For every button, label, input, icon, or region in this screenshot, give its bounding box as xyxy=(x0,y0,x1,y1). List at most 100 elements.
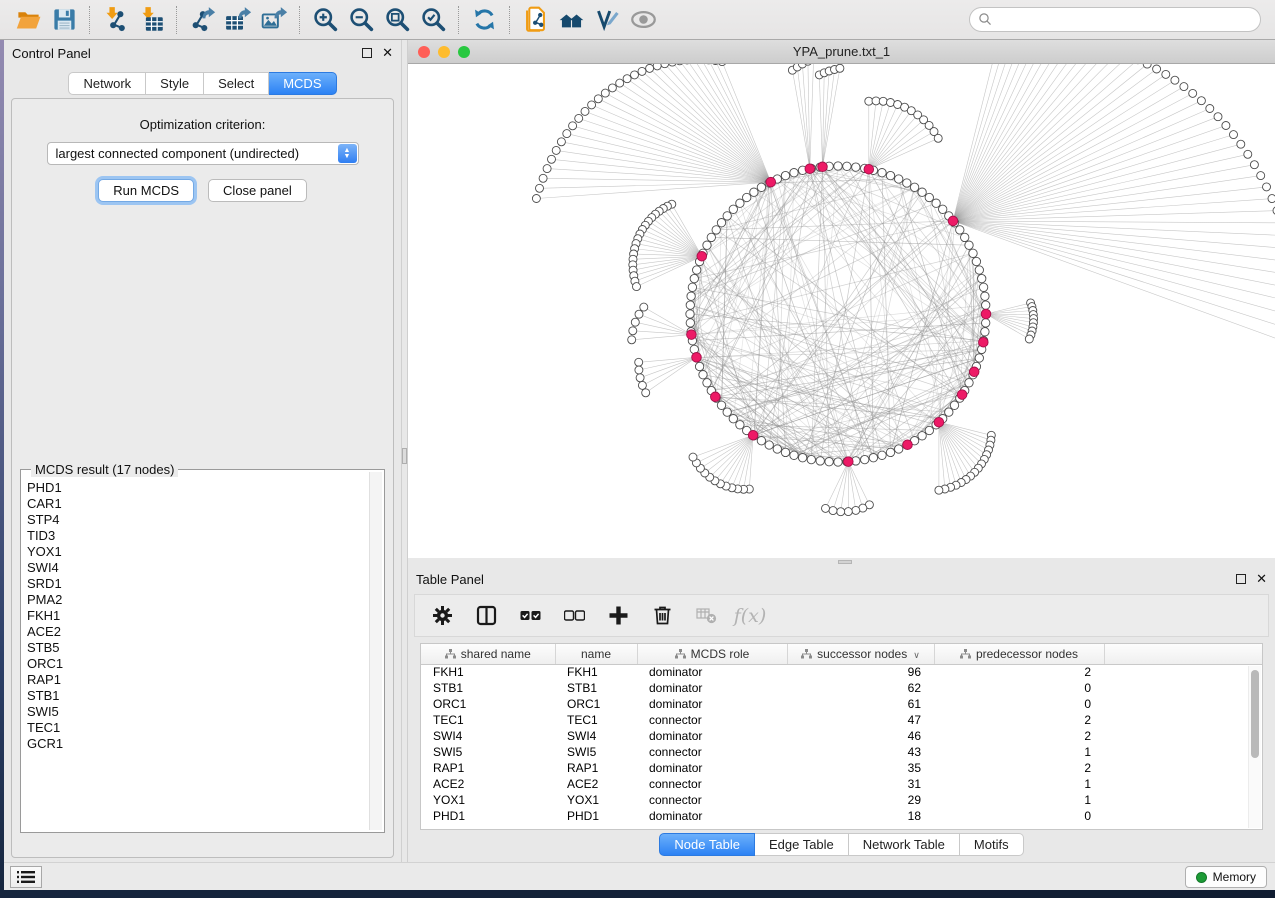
mcds-result-item[interactable]: SWI4 xyxy=(27,560,368,576)
mcds-result-item[interactable]: SWI5 xyxy=(27,704,368,720)
add-column-button[interactable] xyxy=(605,603,631,629)
function-builder-button[interactable]: f(x) xyxy=(737,603,763,629)
show-graphics-details-button[interactable] xyxy=(625,3,661,37)
toolbar-separator xyxy=(458,6,459,34)
tab-style[interactable]: Style xyxy=(146,72,204,95)
zoom-out-button[interactable] xyxy=(343,3,379,37)
network-window-title: YPA_prune.txt_1 xyxy=(408,44,1275,59)
table-row[interactable]: SWI4SWI4dominator462 xyxy=(421,728,1262,744)
table-row[interactable]: TEC1TEC1connector472 xyxy=(421,712,1262,728)
first-neighbors-button[interactable] xyxy=(553,3,589,37)
table-row[interactable]: FKH1FKH1dominator962 xyxy=(421,664,1262,680)
column-header-shared-name[interactable]: shared name xyxy=(421,644,555,664)
status-bar: Memory xyxy=(4,862,1275,890)
table-scrollbar-thumb[interactable] xyxy=(1251,670,1259,758)
tab-network-table[interactable]: Network Table xyxy=(849,833,960,856)
fx-icon: f(x) xyxy=(734,605,767,627)
mcds-result-item[interactable]: YOX1 xyxy=(27,544,368,560)
optimization-criterion-select[interactable]: largest connected component (undirected)… xyxy=(47,142,359,165)
mcds-result-item[interactable]: ORC1 xyxy=(27,656,368,672)
task-history-button[interactable] xyxy=(10,866,42,888)
mcds-result-item[interactable]: RAP1 xyxy=(27,672,368,688)
mcds-result-item[interactable]: CAR1 xyxy=(27,496,368,512)
column-header-name[interactable]: name xyxy=(555,644,637,664)
table-row[interactable]: YOX1YOX1connector291 xyxy=(421,792,1262,808)
mcds-result-item[interactable]: TID3 xyxy=(27,528,368,544)
float-panel-icon[interactable] xyxy=(362,48,372,58)
mcds-result-item[interactable]: PHD1 xyxy=(27,480,368,496)
desktop-background: Control Panel ✕ NetworkStyleSelectMCDS O… xyxy=(0,0,1275,898)
open-file-button[interactable] xyxy=(10,3,46,37)
zoom-selected-button[interactable] xyxy=(415,3,451,37)
control-panel: Control Panel ✕ NetworkStyleSelectMCDS O… xyxy=(4,40,401,862)
style-vision-button[interactable] xyxy=(589,3,625,37)
table-toolbar: f(x) xyxy=(414,594,1269,637)
table-scrollbar[interactable] xyxy=(1248,666,1261,828)
close-table-panel-icon[interactable]: ✕ xyxy=(1256,574,1267,584)
table-row[interactable]: RAP1RAP1dominator352 xyxy=(421,760,1262,776)
gear-button[interactable] xyxy=(429,603,455,629)
horizontal-splitter[interactable] xyxy=(408,558,1275,566)
tab-edge-table[interactable]: Edge Table xyxy=(755,833,849,856)
mcds-result-item[interactable]: STB5 xyxy=(27,640,368,656)
mcds-result-item[interactable]: FKH1 xyxy=(27,608,368,624)
search-input[interactable] xyxy=(969,7,1261,32)
sort-indicator-icon: ∨ xyxy=(913,650,920,660)
run-mcds-button[interactable]: Run MCDS xyxy=(98,179,194,202)
new-network-from-selection-button[interactable] xyxy=(517,3,553,37)
search-box xyxy=(969,7,1261,32)
tab-node-table[interactable]: Node Table xyxy=(659,833,755,856)
memory-label: Memory xyxy=(1213,870,1256,884)
select-all-button[interactable] xyxy=(517,603,543,629)
split-panel-button[interactable] xyxy=(473,603,499,629)
tab-select[interactable]: Select xyxy=(204,72,269,95)
zoom-in-button[interactable] xyxy=(307,3,343,37)
vertical-splitter[interactable] xyxy=(401,40,408,862)
save-session-button[interactable] xyxy=(46,3,82,37)
mcds-result-item[interactable]: SRD1 xyxy=(27,576,368,592)
column-header-successor-nodes[interactable]: successor nodes∨ xyxy=(787,644,934,664)
mcds-result-item[interactable]: STP4 xyxy=(27,512,368,528)
toolbar-buttons xyxy=(10,3,661,37)
apply-layout-button[interactable] xyxy=(466,3,502,37)
mcds-result-list[interactable]: PHD1CAR1STP4TID3YOX1SWI4SRD1PMA2FKH1ACE2… xyxy=(27,480,368,829)
table-row[interactable]: SWI5SWI5connector431 xyxy=(421,744,1262,760)
tab-motifs[interactable]: Motifs xyxy=(960,833,1024,856)
network-window: YPA_prune.txt_1 xyxy=(408,40,1275,558)
network-canvas[interactable] xyxy=(408,64,1275,558)
zoom-fit-button[interactable] xyxy=(379,3,415,37)
vertical-splitter-grip[interactable] xyxy=(402,448,407,464)
export-table-button[interactable] xyxy=(220,3,256,37)
table-panel-header: Table Panel ✕ xyxy=(408,566,1275,592)
tab-mcds[interactable]: MCDS xyxy=(269,72,336,95)
import-table-button[interactable] xyxy=(133,3,169,37)
export-network-button[interactable] xyxy=(184,3,220,37)
column-header-MCDS-role[interactable]: MCDS role xyxy=(637,644,787,664)
mcds-result-scrollbar[interactable] xyxy=(369,472,382,830)
mcds-result-item[interactable]: STB1 xyxy=(27,688,368,704)
table-row[interactable]: ORC1ORC1dominator610 xyxy=(421,696,1262,712)
mcds-result-item[interactable]: ACE2 xyxy=(27,624,368,640)
table-row[interactable]: ACE2ACE2connector311 xyxy=(421,776,1262,792)
mcds-tab-content: Optimization criterion: largest connecte… xyxy=(11,98,394,858)
horizontal-splitter-grip[interactable] xyxy=(838,560,852,564)
table-row[interactable]: STB1STB1dominator620 xyxy=(421,680,1262,696)
network-window-titlebar[interactable]: YPA_prune.txt_1 xyxy=(408,40,1275,64)
close-panel-button[interactable]: Close panel xyxy=(208,179,307,202)
close-panel-icon[interactable]: ✕ xyxy=(382,48,393,58)
column-type-icon xyxy=(445,649,456,659)
mcds-result-item[interactable]: PMA2 xyxy=(27,592,368,608)
mcds-result-item[interactable]: TEC1 xyxy=(27,720,368,736)
table-tabs: Node TableEdge TableNetwork TableMotifs xyxy=(408,833,1275,856)
tab-network[interactable]: Network xyxy=(68,72,146,95)
import-network-button[interactable] xyxy=(97,3,133,37)
mcds-result-item[interactable]: GCR1 xyxy=(27,736,368,752)
delete-table-button[interactable] xyxy=(693,603,719,629)
export-image-button[interactable] xyxy=(256,3,292,37)
table-row[interactable]: PHD1PHD1dominator180 xyxy=(421,808,1262,824)
float-table-panel-icon[interactable] xyxy=(1236,574,1246,584)
delete-columns-button[interactable] xyxy=(649,603,675,629)
deselect-all-button[interactable] xyxy=(561,603,587,629)
column-header-predecessor-nodes[interactable]: predecessor nodes xyxy=(934,644,1104,664)
memory-button[interactable]: Memory xyxy=(1185,866,1267,888)
